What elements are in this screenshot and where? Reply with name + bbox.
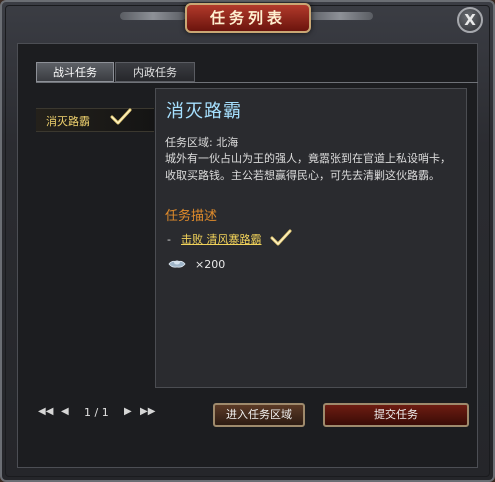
page-indicator: 1 / 1 [84, 406, 109, 419]
submit-task-button[interactable]: 提交任务 [323, 403, 469, 427]
prev-page-button[interactable]: ◀ [61, 406, 69, 417]
window-title: 任务列表 [185, 3, 311, 33]
completed-check-icon [110, 108, 132, 125]
reward-amount: ×200 [195, 258, 226, 271]
title-ornament-right [307, 12, 373, 20]
objective-bullet: - [167, 233, 171, 246]
first-page-button[interactable]: ◀◀ [38, 406, 53, 417]
task-title: 消灭路霸 [166, 101, 242, 122]
last-page-button[interactable]: ▶▶ [140, 406, 155, 417]
close-button[interactable]: X [457, 7, 483, 33]
task-description: 城外有一伙占山为王的强人，竟嚣张到在官道上私设哨卡，收取买路钱。主公若想赢得民心… [165, 152, 451, 182]
objective-link[interactable]: 击败 清风寨路霸 [181, 231, 262, 247]
objective-check-icon [270, 229, 292, 246]
task-list-item[interactable]: 消灭路霸 [36, 108, 154, 132]
enter-region-button[interactable]: 进入任务区域 [213, 403, 305, 427]
next-page-button[interactable]: ▶ [124, 406, 132, 417]
tab-domestic-tasks[interactable]: 内政任务 [115, 62, 195, 82]
section-title: 任务描述 [165, 209, 218, 224]
title-ornament-left [120, 12, 186, 20]
title-bar: 任务列表 X [0, 0, 495, 36]
tab-combat-tasks[interactable]: 战斗任务 [36, 62, 114, 82]
task-region: 任务区域: 北海 [165, 136, 239, 149]
task-list-item-label: 消灭路霸 [46, 115, 90, 128]
silver-ingot-icon [168, 260, 186, 268]
tab-divider [36, 82, 478, 83]
